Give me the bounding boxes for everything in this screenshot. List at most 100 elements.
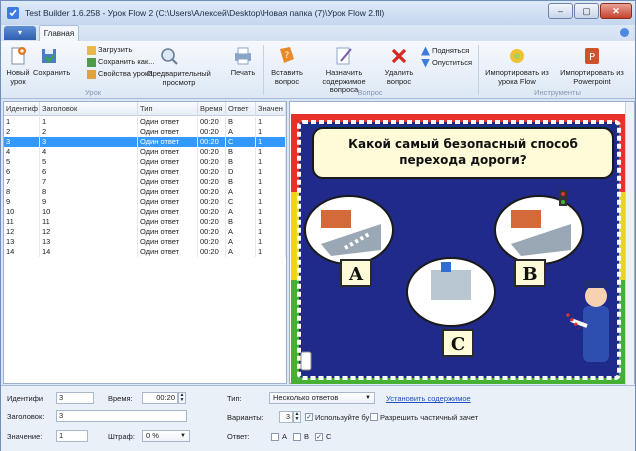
new-lesson-button[interactable]: Новый урок xyxy=(5,45,31,86)
app-menu-button[interactable]: ▾ xyxy=(4,26,36,40)
value-field[interactable]: 1 xyxy=(56,430,88,442)
table-cell: 4 xyxy=(40,147,138,157)
preview-button[interactable] xyxy=(154,45,184,69)
import-flow-label: Импортировать из урока Flow xyxy=(485,68,549,86)
column-header[interactable]: Значен xyxy=(256,102,286,116)
preview-scrollbar[interactable] xyxy=(625,102,634,385)
import-ppt-label: Импортировать из Powerpoint xyxy=(560,68,624,86)
table-cell: A xyxy=(226,127,256,137)
table-row[interactable]: 10 10 Один ответ 00:20 A 1 xyxy=(4,207,286,217)
table-row[interactable]: 12 12 Один ответ 00:20 A 1 xyxy=(4,227,286,237)
table-row[interactable]: 9 9 Один ответ 00:20 C 1 xyxy=(4,197,286,207)
print-button[interactable]: Печать xyxy=(227,45,259,78)
table-cell: Один ответ xyxy=(138,117,198,127)
group-question-label: Вопрос xyxy=(357,88,383,97)
table-cell: Один ответ xyxy=(138,177,198,187)
group-question: ? Вставить вопрос Назначить содержимое в… xyxy=(265,41,475,99)
arrow-up-icon xyxy=(421,46,430,56)
answer-checkbox-b[interactable] xyxy=(293,433,301,441)
table-cell: 11 xyxy=(4,217,40,227)
group-tools: Импортировать из урока Flow P Импортиров… xyxy=(480,41,635,99)
table-cell: 00:20 xyxy=(198,187,226,197)
help-icon[interactable] xyxy=(620,28,629,37)
answer-checkbox-a[interactable] xyxy=(271,433,279,441)
table-cell: 12 xyxy=(4,227,40,237)
table-cell: 00:20 xyxy=(198,247,226,257)
slide-preview: Какой самый безопасный способ перехода д… xyxy=(291,114,626,384)
answer-checkbox-label: A xyxy=(282,432,288,441)
table-row[interactable]: 3 3 Один ответ 00:20 C 1 xyxy=(4,137,286,147)
preview-label-wrap: Предварительный просмотр xyxy=(144,69,214,87)
underpass-icon xyxy=(431,270,471,300)
table-row[interactable]: 11 11 Один ответ 00:20 B 1 xyxy=(4,217,286,227)
value-label: Значение: xyxy=(7,432,43,441)
insert-question-button[interactable]: ? Вставить вопрос xyxy=(269,45,305,86)
table-row[interactable]: 1 1 Один ответ 00:20 B 1 xyxy=(4,117,286,127)
load-button[interactable]: Загрузить xyxy=(87,45,132,55)
maximize-icon: ▢ xyxy=(582,6,591,16)
table-cell: Один ответ xyxy=(138,247,198,257)
table-row[interactable]: 13 13 Один ответ 00:20 A 1 xyxy=(4,237,286,247)
table-cell: 00:20 xyxy=(198,137,226,147)
import-flow-button[interactable]: Импортировать из урока Flow xyxy=(484,45,550,86)
minimize-button[interactable]: – xyxy=(548,3,573,19)
column-header[interactable]: Тип xyxy=(138,102,198,116)
edit-content-icon xyxy=(336,47,352,65)
table-row[interactable]: 5 5 Один ответ 00:20 B 1 xyxy=(4,157,286,167)
magnifier-icon xyxy=(161,48,178,65)
title-field[interactable]: 3 xyxy=(56,410,187,422)
table-row[interactable]: 8 8 Один ответ 00:20 A 1 xyxy=(4,187,286,197)
table-cell: 1 xyxy=(256,137,286,147)
variants-stepper[interactable]: ▲ ▼ xyxy=(293,411,301,423)
save-as-button[interactable]: Сохранить как... xyxy=(87,57,155,67)
table-cell: 00:20 xyxy=(198,157,226,167)
table-cell: 10 xyxy=(40,207,138,217)
powerpoint-icon: P xyxy=(585,48,599,64)
penalty-select[interactable]: 0 % ▼ xyxy=(142,430,190,442)
partial-credit-label: Разрешить частичный зачет xyxy=(380,413,479,422)
time-field[interactable]: 00:20 xyxy=(142,392,178,404)
table-row[interactable]: 14 14 Один ответ 00:20 A 1 xyxy=(4,247,286,257)
table-cell: 7 xyxy=(40,177,138,187)
close-button[interactable]: ✕ xyxy=(600,3,632,19)
column-header[interactable]: Ответ xyxy=(226,102,256,116)
delete-question-button[interactable]: Удалить вопрос xyxy=(383,45,415,86)
import-ppt-button[interactable]: P Импортировать из Powerpoint xyxy=(556,45,628,86)
option-c-letter: C xyxy=(451,334,465,355)
table-cell: Один ответ xyxy=(138,137,198,147)
table-cell: 9 xyxy=(4,197,40,207)
tab-home[interactable]: Главная xyxy=(39,25,79,41)
variants-field[interactable]: 3 xyxy=(279,411,293,423)
slide-preview-panel: Какой самый безопасный способ перехода д… xyxy=(289,101,635,385)
column-header[interactable]: Идентиф xyxy=(4,102,40,116)
table-cell: 1 xyxy=(256,197,286,207)
set-content-link[interactable]: Установить содержимое xyxy=(386,394,471,403)
lesson-props-button[interactable]: Свойства урока xyxy=(87,69,153,79)
partial-credit-checkbox[interactable] xyxy=(370,413,378,421)
ribbon: Новый урок Сохранить Загрузить Сохранить… xyxy=(1,41,635,99)
app-icon xyxy=(7,7,19,19)
type-select[interactable]: Несколько ответов ▼ xyxy=(269,392,375,404)
id-field[interactable]: 3 xyxy=(56,392,94,404)
use-letters-checkbox[interactable]: ✓ xyxy=(305,413,313,421)
brick-wall-icon xyxy=(511,210,541,228)
move-down-button[interactable]: Опуститься xyxy=(421,58,472,68)
table-row[interactable]: 4 4 Один ответ 00:20 B 1 xyxy=(4,147,286,157)
time-stepper[interactable]: ▲ ▼ xyxy=(178,392,186,404)
save-button[interactable]: Сохранить xyxy=(33,45,70,78)
answer-checkbox-label: B xyxy=(304,432,310,441)
table-row[interactable]: 2 2 Один ответ 00:20 A 1 xyxy=(4,127,286,137)
table-cell: 1 xyxy=(256,167,286,177)
table-row[interactable]: 6 6 Один ответ 00:20 D 1 xyxy=(4,167,286,177)
move-up-button[interactable]: Подняться xyxy=(421,46,469,56)
table-cell: 13 xyxy=(40,237,138,247)
table-cell: 2 xyxy=(40,127,138,137)
table-cell: B xyxy=(226,147,256,157)
table-cell: 1 xyxy=(256,157,286,167)
table-row[interactable]: 7 7 Один ответ 00:20 B 1 xyxy=(4,177,286,187)
answer-checkbox-c[interactable]: ✓ xyxy=(315,433,323,441)
column-header[interactable]: Время xyxy=(198,102,226,116)
maximize-button[interactable]: ▢ xyxy=(574,3,599,19)
save-as-icon xyxy=(87,57,96,67)
column-header[interactable]: Заголовок xyxy=(40,102,138,116)
